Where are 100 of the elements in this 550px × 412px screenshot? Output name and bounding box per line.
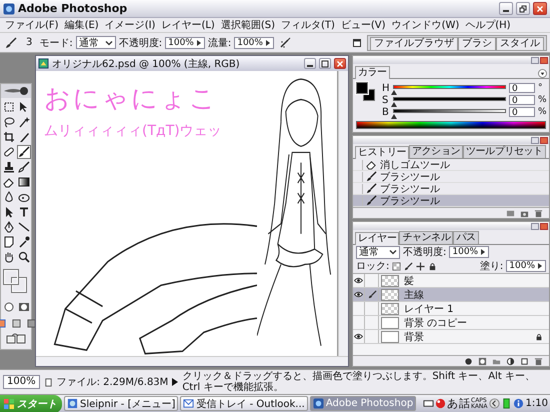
maximize-button[interactable] bbox=[319, 58, 331, 69]
brush-icon[interactable] bbox=[404, 262, 414, 270]
keyboard-icon[interactable] bbox=[423, 398, 434, 409]
maximize-icon bbox=[321, 60, 329, 68]
foreground-color-swatch[interactable] bbox=[356, 82, 368, 94]
tool-button[interactable] bbox=[16, 175, 30, 189]
palette-tab[interactable]: ブラシ bbox=[458, 36, 496, 50]
zoom-field[interactable]: 100% bbox=[3, 375, 40, 389]
history-item[interactable]: 消しゴムツール bbox=[353, 159, 549, 171]
menu-item[interactable]: 編集(E) bbox=[62, 18, 102, 32]
visibility-toggle[interactable] bbox=[353, 288, 365, 301]
panel-tab[interactable]: カラー bbox=[355, 66, 390, 79]
value-field[interactable]: 0 bbox=[509, 95, 535, 105]
eyedropper-icon bbox=[18, 236, 30, 248]
layer-row[interactable]: レイヤー 1 bbox=[353, 302, 549, 316]
camera-icon[interactable] bbox=[520, 208, 529, 218]
menu-item[interactable]: 選択範囲(S) bbox=[218, 18, 278, 32]
tool-button[interactable] bbox=[16, 250, 30, 264]
chevron-icon[interactable] bbox=[488, 398, 500, 409]
tool-button[interactable] bbox=[2, 130, 16, 144]
lock-icon[interactable] bbox=[428, 262, 438, 270]
tool-button[interactable] bbox=[2, 100, 16, 114]
menu-item[interactable]: レイヤー(L) bbox=[158, 18, 218, 32]
panel-tab[interactable]: ヒストリー bbox=[355, 146, 410, 159]
opacity-field[interactable]: 100% bbox=[165, 36, 205, 48]
checker-icon[interactable] bbox=[392, 262, 402, 270]
minimize-button[interactable] bbox=[304, 58, 316, 69]
close-button[interactable] bbox=[540, 222, 548, 230]
restore-button[interactable] bbox=[516, 2, 530, 15]
ball-icon[interactable] bbox=[435, 398, 446, 409]
menu-item[interactable]: フィルタ(T) bbox=[278, 18, 338, 32]
flow-field[interactable]: 100% bbox=[234, 36, 274, 48]
menu-item[interactable]: ファイル(F) bbox=[2, 18, 62, 32]
history-item[interactable]: ブラシツール bbox=[353, 195, 549, 207]
history-item[interactable]: ブラシツール bbox=[353, 171, 549, 183]
layer-row[interactable]: 背景 bbox=[353, 330, 549, 344]
layer-row[interactable]: 背景 のコピー bbox=[353, 316, 549, 330]
tool-button[interactable] bbox=[2, 220, 16, 234]
arrow-icon[interactable] bbox=[172, 378, 178, 386]
visibility-toggle[interactable] bbox=[353, 274, 365, 287]
taskbar-button[interactable]: 受信トレイ - Outlook... bbox=[180, 396, 308, 411]
panel-menu-icon[interactable] bbox=[538, 69, 547, 78]
palette-tab[interactable]: ファイルブラウザ bbox=[370, 36, 458, 50]
brush-size-button[interactable]: 3 bbox=[22, 34, 36, 50]
visibility-toggle[interactable] bbox=[353, 330, 365, 343]
color-spectrum[interactable] bbox=[356, 121, 546, 129]
value-field[interactable]: 0 bbox=[509, 107, 535, 117]
panel-tab[interactable]: アクション bbox=[409, 145, 464, 158]
menu-item[interactable]: ウインドウ(W) bbox=[388, 18, 462, 32]
tool-button[interactable] bbox=[16, 235, 30, 249]
tool-button[interactable] bbox=[2, 115, 16, 129]
close-button[interactable] bbox=[540, 136, 548, 144]
slider-thumb[interactable] bbox=[391, 102, 397, 106]
layer-row[interactable]: 主線 bbox=[353, 288, 549, 302]
tool-button[interactable] bbox=[16, 145, 30, 159]
standard-mode-button[interactable] bbox=[2, 300, 16, 314]
tool-button[interactable] bbox=[2, 235, 16, 249]
effects-icon[interactable] bbox=[464, 356, 473, 366]
panel-tab[interactable]: チャンネル bbox=[399, 231, 454, 244]
ime-mode-button[interactable]: あ bbox=[447, 396, 458, 411]
document-icon bbox=[352, 38, 362, 48]
panel-tab[interactable]: レイヤー bbox=[355, 232, 400, 245]
move-icon[interactable] bbox=[416, 262, 426, 270]
trash-icon[interactable] bbox=[534, 356, 543, 366]
trash-icon[interactable] bbox=[534, 208, 543, 218]
value-field[interactable]: 0 bbox=[509, 83, 535, 93]
mask-icon[interactable] bbox=[478, 356, 487, 366]
tool-button[interactable] bbox=[2, 160, 16, 174]
ime-mode-button[interactable]: 話 bbox=[459, 396, 470, 411]
tool-button[interactable] bbox=[16, 220, 30, 234]
unit-label: ° bbox=[538, 83, 544, 93]
document-icon[interactable] bbox=[506, 208, 515, 218]
panel-tab[interactable]: パス bbox=[453, 231, 479, 244]
close-button[interactable] bbox=[540, 56, 548, 64]
half-circle-icon[interactable] bbox=[506, 356, 515, 366]
file-info: ファイル: 2.29M/6.83M bbox=[56, 376, 168, 389]
blend-mode-select[interactable]: 通常 bbox=[356, 246, 400, 258]
quick-mask-button[interactable] bbox=[16, 300, 30, 314]
slider-thumb[interactable] bbox=[391, 90, 397, 94]
minimize-button[interactable] bbox=[499, 2, 513, 15]
info-icon[interactable] bbox=[512, 398, 524, 409]
opacity-field[interactable]: 100% bbox=[449, 246, 490, 258]
menu-item[interactable]: イメージ(I) bbox=[102, 18, 158, 32]
panel-tab[interactable]: ツールプリセット bbox=[463, 145, 546, 158]
new-layer-icon[interactable] bbox=[520, 356, 529, 366]
menu-item[interactable]: ヘルプ(H) bbox=[462, 18, 514, 32]
fill-field[interactable]: 100% bbox=[506, 260, 546, 272]
slider-thumb[interactable] bbox=[391, 114, 397, 118]
restore-icon bbox=[519, 4, 527, 12]
close-button[interactable] bbox=[334, 58, 346, 69]
close-button[interactable] bbox=[533, 2, 547, 15]
tool-button[interactable] bbox=[16, 160, 30, 174]
vertical-scrollbar[interactable] bbox=[338, 71, 348, 356]
mode-select[interactable]: 通常 bbox=[76, 36, 116, 49]
menu-item[interactable]: ビュー(V) bbox=[338, 18, 389, 32]
tool-button[interactable] bbox=[16, 115, 30, 129]
horizontal-scrollbar[interactable] bbox=[36, 356, 348, 366]
tool-preset-button[interactable] bbox=[3, 34, 19, 50]
palette-tab[interactable]: スタイル bbox=[496, 36, 544, 50]
taskbar-button[interactable]: Sleipnir - [メニュー] bbox=[64, 396, 178, 411]
